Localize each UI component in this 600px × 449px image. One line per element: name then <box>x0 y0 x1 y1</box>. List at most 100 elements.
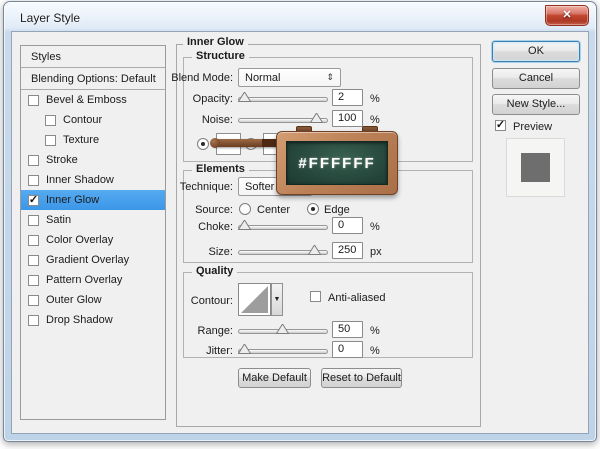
range-input[interactable]: 50 <box>332 321 363 338</box>
new-style-button[interactable]: New Style... <box>492 94 580 115</box>
range-slider[interactable] <box>238 322 328 336</box>
sidebar-item-label: Inner Glow <box>46 194 100 206</box>
checkbox-unchecked-icon[interactable] <box>28 154 39 166</box>
ok-button[interactable]: OK <box>492 41 580 62</box>
source-center-label: Center <box>257 204 291 216</box>
check-icon: ✓ <box>28 193 39 206</box>
opacity-unit: % <box>370 93 380 105</box>
updown-arrows-icon: ⇕ <box>326 72 334 82</box>
reset-to-default-button[interactable]: Reset to Default <box>321 368 402 388</box>
window-title: Layer Style <box>20 11 81 25</box>
checkbox-unchecked-icon[interactable] <box>28 234 39 246</box>
jitter-input[interactable]: 0 <box>332 341 363 358</box>
elements-legend: Elements <box>192 163 249 175</box>
sidebar-item-label: Drop Shadow <box>46 314 113 326</box>
blend-mode-value: Normal <box>245 71 281 84</box>
page: Layer Style ✕ Styles Blending Options: D… <box>0 0 600 449</box>
checkbox-unchecked-icon[interactable] <box>28 314 39 326</box>
sidebar-item-texture[interactable]: Texture <box>21 130 165 150</box>
checkbox-unchecked-icon[interactable] <box>28 94 39 106</box>
sidebar-item-label: Texture <box>63 134 100 146</box>
checkbox-unchecked-icon[interactable] <box>28 254 39 266</box>
slider-thumb[interactable] <box>308 245 321 255</box>
slider-thumb[interactable] <box>238 220 251 230</box>
checkbox-unchecked-icon[interactable] <box>28 274 39 286</box>
slider-thumb[interactable] <box>238 344 251 354</box>
size-label: Size: <box>208 246 233 258</box>
preview-thumbnail <box>521 153 550 182</box>
chalkboard-surface: #FFFFFF <box>286 141 388 185</box>
noise-slider[interactable] <box>238 111 328 125</box>
technique-value: Softer <box>245 180 275 193</box>
structure-legend: Structure <box>192 50 249 62</box>
pointer-stick <box>210 138 286 148</box>
slider-track[interactable] <box>238 97 328 102</box>
color-tooltip-chalkboard: #FFFFFF <box>276 131 398 195</box>
noise-unit: % <box>370 114 380 126</box>
sidebar-item-label: Satin <box>46 214 72 226</box>
blend-mode-label: Blend Mode: <box>171 72 233 84</box>
sidebar-item-label: Inner Shadow <box>46 174 114 186</box>
checkbox-unchecked-icon[interactable] <box>45 114 56 126</box>
opacity-input[interactable]: 2 <box>332 89 363 106</box>
sidebar-item-label: Color Overlay <box>46 234 114 246</box>
contour-label: Contour: <box>190 295 233 307</box>
contour-picker-button[interactable]: ▼ <box>271 283 283 316</box>
dropdown-arrow-icon: ▼ <box>273 296 281 303</box>
sidebar-item-pattern-overlay[interactable]: Pattern Overlay <box>21 270 165 290</box>
checkbox-unchecked-icon[interactable] <box>28 214 39 226</box>
size-input[interactable]: 250 <box>332 242 363 259</box>
preview-checkbox[interactable]: ✓ <box>495 120 506 131</box>
noise-input[interactable]: 100 <box>332 110 363 127</box>
glow-color-radio[interactable] <box>197 138 209 150</box>
source-center-radio[interactable] <box>239 203 251 215</box>
jitter-slider[interactable] <box>238 342 328 356</box>
source-label: Source: <box>195 204 233 216</box>
slider-thumb[interactable] <box>276 324 289 334</box>
choke-unit: % <box>370 221 380 233</box>
quality-legend: Quality <box>192 265 238 277</box>
jitter-label: Jitter: <box>206 345 233 357</box>
size-slider[interactable] <box>238 243 328 257</box>
sidebar-item-label: Pattern Overlay <box>46 274 123 286</box>
choke-label: Choke: <box>198 221 233 233</box>
antialiased-checkbox[interactable] <box>310 291 321 302</box>
panel-title: Inner Glow <box>183 36 248 48</box>
hex-color-value: #FFFFFF <box>298 154 376 172</box>
size-unit: px <box>370 246 382 258</box>
choke-input[interactable]: 0 <box>332 217 363 234</box>
slider-track[interactable] <box>238 225 328 230</box>
sidebar-item-label: Outer Glow <box>46 294 102 306</box>
technique-label: Technique: <box>179 181 233 193</box>
opacity-slider[interactable] <box>238 90 328 104</box>
choke-slider[interactable] <box>238 218 328 232</box>
slider-thumb[interactable] <box>238 92 251 102</box>
close-icon: ✕ <box>562 9 572 21</box>
contour-thumbnail[interactable] <box>238 283 271 316</box>
checkbox-unchecked-icon[interactable] <box>28 294 39 306</box>
sidebar-item-label: Bevel & Emboss <box>46 94 127 106</box>
range-unit: % <box>370 325 380 337</box>
make-default-button[interactable]: Make Default <box>238 368 311 388</box>
cancel-button[interactable]: Cancel <box>492 68 580 89</box>
opacity-label: Opacity: <box>192 93 233 105</box>
source-edge-radio[interactable] <box>307 203 319 215</box>
sidebar-item-stroke[interactable]: Stroke <box>21 150 165 170</box>
slider-track[interactable] <box>238 349 328 354</box>
sidebar-item-label: Stroke <box>46 154 78 166</box>
noise-label: Noise: <box>201 114 233 126</box>
sidebar-header: Styles <box>21 46 165 68</box>
source-edge-label: Edge <box>324 204 350 216</box>
blend-mode-select[interactable]: Normal ⇕ <box>238 68 341 87</box>
close-button[interactable]: ✕ <box>545 5 589 26</box>
checkbox-unchecked-icon[interactable] <box>45 134 56 146</box>
preview-label: Preview <box>513 121 553 133</box>
preview-well <box>506 138 565 197</box>
checkbox-unchecked-icon[interactable] <box>28 174 39 186</box>
sidebar-item-label: Contour <box>63 114 103 126</box>
antialiased-label: Anti-aliased <box>328 292 386 304</box>
slider-thumb[interactable] <box>310 113 323 123</box>
checkbox-checked-icon[interactable]: ✓ <box>28 193 39 206</box>
check-icon: ✓ <box>495 119 506 131</box>
range-label: Range: <box>197 325 233 337</box>
